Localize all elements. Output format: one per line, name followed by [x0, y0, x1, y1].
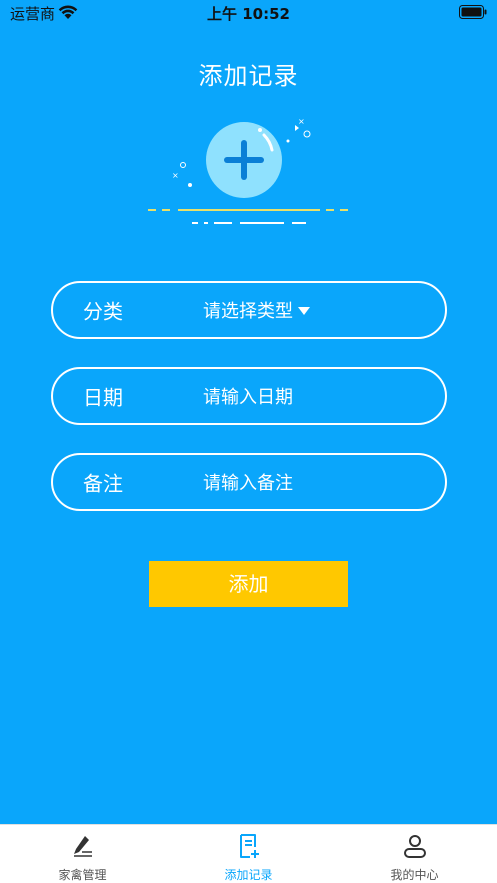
category-value-text: 请选择类型 — [203, 301, 293, 322]
note-input[interactable]: 请输入备注 — [203, 469, 293, 495]
note-field[interactable]: 备注 请输入备注 — [51, 453, 447, 511]
tab-bar: 家禽管理 添加记录 我的中心 — [0, 824, 497, 883]
date-label: 日期 — [83, 385, 123, 410]
add-button[interactable]: 添加 — [149, 561, 348, 607]
date-input[interactable]: 请输入日期 — [203, 383, 293, 409]
svg-text:×: × — [172, 171, 179, 180]
tab-my-center[interactable]: 我的中心 — [332, 825, 497, 883]
tab-label: 添加记录 — [224, 868, 273, 882]
category-label: 分类 — [83, 299, 123, 324]
tab-poultry-management[interactable]: 家禽管理 — [0, 825, 165, 883]
caret-down-icon — [298, 306, 310, 315]
battery-icon — [459, 5, 487, 19]
user-icon — [403, 835, 426, 858]
date-field[interactable]: 日期 请输入日期 — [51, 367, 447, 425]
add-illustration-icon: × × — [148, 117, 348, 224]
page-title: 添加记录 — [198, 62, 299, 90]
pencil-icon — [73, 836, 92, 857]
status-bar: 运营商 上午 10:52 — [0, 0, 497, 26]
category-value[interactable]: 请选择类型 — [203, 297, 310, 323]
category-select[interactable]: 分类 请选择类型 — [51, 281, 447, 339]
status-time: 上午 10:52 — [207, 5, 290, 23]
svg-text:×: × — [298, 117, 305, 126]
tab-add-record[interactable]: 添加记录 — [166, 825, 331, 883]
tab-label: 家禽管理 — [58, 868, 107, 882]
tab-label: 我的中心 — [390, 868, 439, 882]
add-document-icon — [239, 834, 259, 858]
note-label: 备注 — [83, 471, 123, 496]
